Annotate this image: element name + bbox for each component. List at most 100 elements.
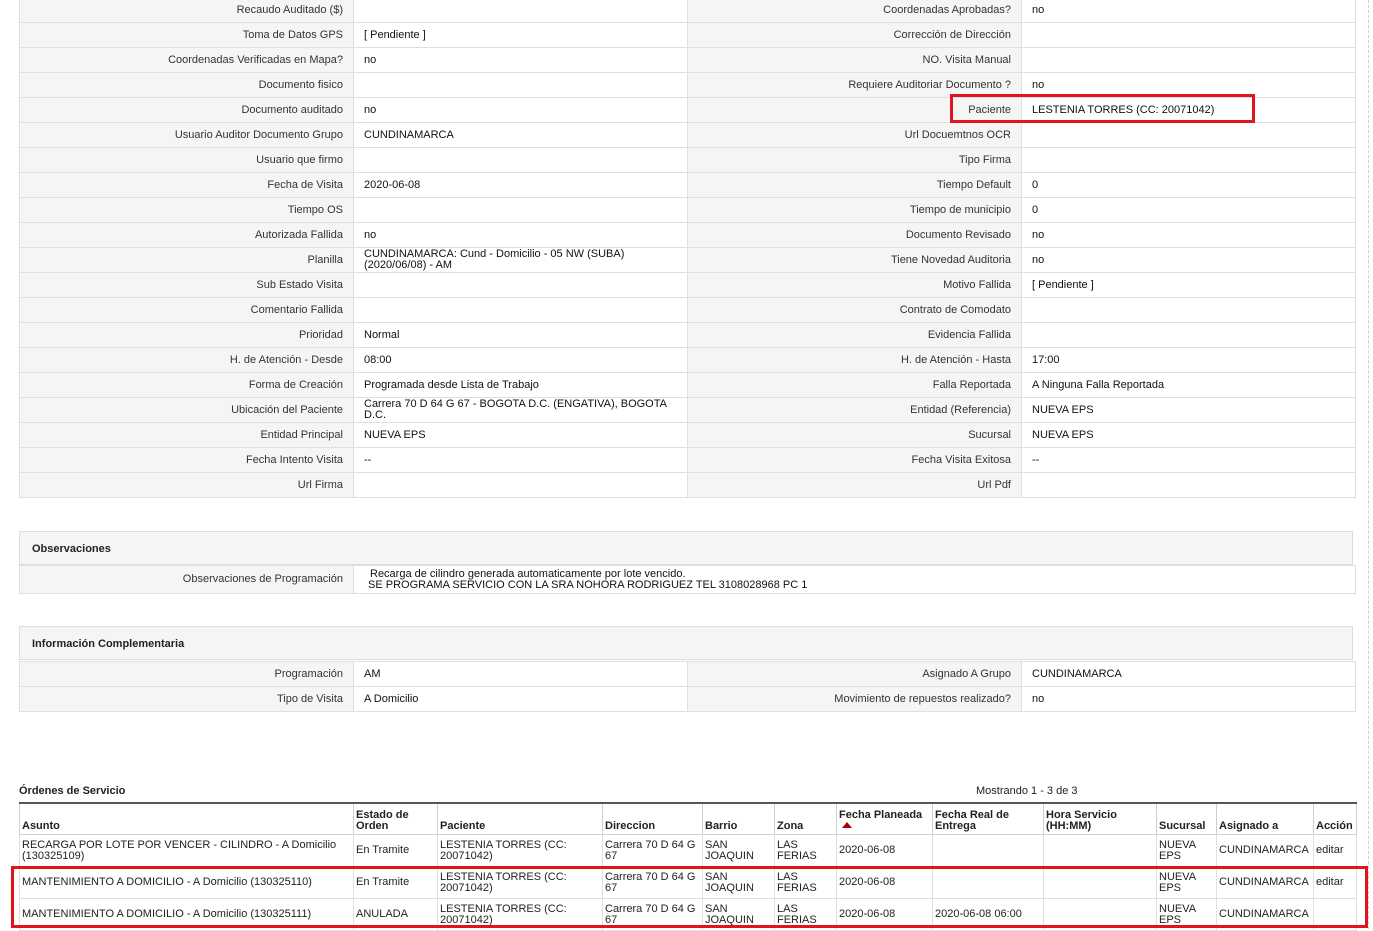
field-value-toma-de-datos-gps: [ Pendiente ] — [353, 22, 688, 48]
column-header-direccion[interactable]: Direccion — [602, 802, 703, 835]
field-value-fecha-de-visita: 2020-06-08 — [353, 172, 688, 198]
field-value-evidencia-fallida — [1021, 322, 1356, 348]
column-header-label: Zona — [777, 820, 804, 832]
column-header-hora-servicio-hh-mm[interactable]: Hora Servicio (HH:MM) — [1043, 802, 1157, 835]
observaciones-row: Observaciones de Programación Recarga de… — [19, 565, 1356, 594]
field-value-fecha-intento-visita: -- — [353, 447, 688, 473]
field-label-correccion-de-direccion: Corrección de Dirección — [687, 22, 1022, 48]
field-value-comentario-fallida — [353, 297, 688, 323]
field-label-falla-reportada: Falla Reportada — [687, 372, 1022, 398]
detail-row: Fecha de Visita 2020-06-08 Tiempo Default… — [19, 172, 1356, 198]
field-value-entidad-referencia: NUEVA EPS — [1021, 397, 1356, 423]
column-header-label: Hora Servicio (HH:MM) — [1046, 809, 1117, 832]
field-value-documento-fisico — [353, 72, 688, 98]
detail-row: Entidad Principal NUEVA EPS Sucursal NUEVA … — [19, 422, 1356, 448]
field-value-programacion: AM — [353, 661, 688, 687]
column-header-label: Paciente — [440, 820, 486, 832]
observaciones-label: Observaciones de Programación — [19, 565, 354, 594]
column-header-fecha-planeada[interactable]: Fecha Planeada — [836, 802, 933, 835]
field-value-recaudo-auditado — [353, 0, 688, 23]
order-cell-zona: LAS FERIAS — [774, 834, 837, 867]
order-cell-direccion: Carrera 70 D 64 G 67 — [602, 834, 703, 867]
complementaria-body: Programación AM Asignado A Grupo CUNDINAMAR… — [19, 661, 1356, 712]
sort-ascending-icon[interactable] — [842, 822, 852, 828]
observaciones-table: Observaciones de Programación Recarga de… — [19, 565, 1356, 594]
field-value-fecha-visita-exitosa: -- — [1021, 447, 1356, 473]
field-label-coordenadas-aprobadas: Coordenadas Aprobadas? — [687, 0, 1022, 23]
field-label-programacion: Programación — [19, 661, 354, 687]
table-row[interactable]: RECARGA POR LOTE POR VENCER - CILINDRO -… — [19, 834, 1357, 867]
field-value-documento-auditado: no — [353, 97, 688, 123]
column-header-asunto[interactable]: Asunto — [19, 802, 354, 835]
field-label-documento-auditado: Documento auditado — [19, 97, 354, 123]
detail-row: Programación AM Asignado A Grupo CUNDINAMAR… — [19, 661, 1356, 687]
column-header-label: Sucursal — [1159, 820, 1206, 832]
column-header-paciente[interactable]: Paciente — [437, 802, 603, 835]
field-value-url-firma — [353, 472, 688, 498]
detail-row: Forma de Creación Programada desde Lista … — [19, 372, 1356, 398]
field-label-entidad-principal: Entidad Principal — [19, 422, 354, 448]
column-header-label: Fecha Planeada — [839, 809, 923, 821]
field-label-movimiento-de-repuestos-realizado: Movimiento de repuestos realizado? — [687, 686, 1022, 712]
field-value-sucursal: NUEVA EPS — [1021, 422, 1356, 448]
field-label-sub-estado-visita: Sub Estado Visita — [19, 272, 354, 298]
field-label-url-firma: Url Firma — [19, 472, 354, 498]
field-value-usuario-auditor-documento-grupo: CUNDINAMARCA — [353, 122, 688, 148]
column-header-label: Acción — [1316, 820, 1353, 832]
field-value-coordenadas-aprobadas: no — [1021, 0, 1356, 23]
field-label-tiempo-default: Tiempo Default — [687, 172, 1022, 198]
field-label-usuario-que-firmo: Usuario que firmo — [19, 147, 354, 173]
detail-row: Coordenadas Verificadas en Mapa? no NO. V… — [19, 47, 1356, 73]
detail-page: Recaudo Auditado ($) Coordenadas Aprobada… — [0, 0, 1373, 931]
column-header-fecha-real-de-entrega[interactable]: Fecha Real de Entrega — [932, 802, 1044, 835]
column-header-barrio[interactable]: Barrio — [702, 802, 775, 835]
field-label-asignado-a-grupo: Asignado A Grupo — [687, 661, 1022, 687]
detail-row: Usuario que firmo Tipo Firma — [19, 147, 1356, 173]
column-header-accion[interactable]: Acción — [1313, 802, 1357, 835]
order-cell-sucursal: NUEVA EPS — [1156, 834, 1217, 867]
column-header-estado-de-orden[interactable]: Estado de Orden — [353, 802, 438, 835]
visit-details-table: Recaudo Auditado ($) Coordenadas Aprobada… — [19, 0, 1356, 498]
field-value-falla-reportada: A Ninguna Falla Reportada — [1021, 372, 1356, 398]
order-cell-accion: editar — [1313, 834, 1357, 867]
field-value-h-de-atencion-hasta: 17:00 — [1021, 347, 1356, 373]
field-label-documento-revisado: Documento Revisado — [687, 222, 1022, 248]
field-label-fecha-visita-exitosa: Fecha Visita Exitosa — [687, 447, 1022, 473]
order-cell-asignado: CUNDINAMARCA — [1216, 834, 1314, 867]
field-label-h-de-atencion-desde: H. de Atención - Desde — [19, 347, 354, 373]
visit-details-body: Recaudo Auditado ($) Coordenadas Aprobada… — [19, 0, 1356, 498]
field-label-toma-de-datos-gps: Toma de Datos GPS — [19, 22, 354, 48]
detail-row: Recaudo Auditado ($) Coordenadas Aprobada… — [19, 0, 1356, 23]
field-value-sub-estado-visita — [353, 272, 688, 298]
field-value-usuario-que-firmo — [353, 147, 688, 173]
order-cell-fecha-planeada: 2020-06-08 — [836, 834, 933, 867]
column-header-asignado-a[interactable]: Asignado a — [1216, 802, 1314, 835]
field-value-movimiento-de-repuestos-realizado: no — [1021, 686, 1356, 712]
field-value-correccion-de-direccion — [1021, 22, 1356, 48]
detail-row: Tiempo OS Tiempo de municipio 0 — [19, 197, 1356, 223]
order-cell-asunto: RECARGA POR LOTE POR VENCER - CILINDRO -… — [19, 834, 354, 867]
field-value-tiempo-os — [353, 197, 688, 223]
column-header-label: Asignado a — [1219, 820, 1279, 832]
field-label-forma-de-creacion: Forma de Creación — [19, 372, 354, 398]
detail-row: Prioridad Normal Evidencia Fallida — [19, 322, 1356, 348]
observaciones-value: Recarga de cilindro generada automaticam… — [353, 565, 1356, 594]
field-label-evidencia-fallida: Evidencia Fallida — [687, 322, 1022, 348]
column-header-sucursal[interactable]: Sucursal — [1156, 802, 1217, 835]
field-value-coordenadas-verificadas-en-mapa: no — [353, 47, 688, 73]
column-header-zona[interactable]: Zona — [774, 802, 837, 835]
field-label-sucursal: Sucursal — [687, 422, 1022, 448]
field-value-tiempo-de-municipio: 0 — [1021, 197, 1356, 223]
field-label-url-docuemtnos-ocr: Url Docuemtnos OCR — [687, 122, 1022, 148]
column-header-label: Asunto — [22, 820, 60, 832]
orders-title: Órdenes de Servicio — [19, 785, 126, 797]
field-label-fecha-de-visita: Fecha de Visita — [19, 172, 354, 198]
scroll-edge-divider — [1368, 0, 1369, 929]
field-value-tipo-firma — [1021, 147, 1356, 173]
field-value-motivo-fallida: [ Pendiente ] — [1021, 272, 1356, 298]
column-header-label: Direccion — [605, 820, 656, 832]
detail-row: Url Firma Url Pdf — [19, 472, 1356, 498]
field-label-ubicacion-del-paciente: Ubicación del Paciente — [19, 397, 354, 423]
edit-link[interactable]: editar — [1316, 844, 1344, 856]
field-value-contrato-de-comodato — [1021, 297, 1356, 323]
